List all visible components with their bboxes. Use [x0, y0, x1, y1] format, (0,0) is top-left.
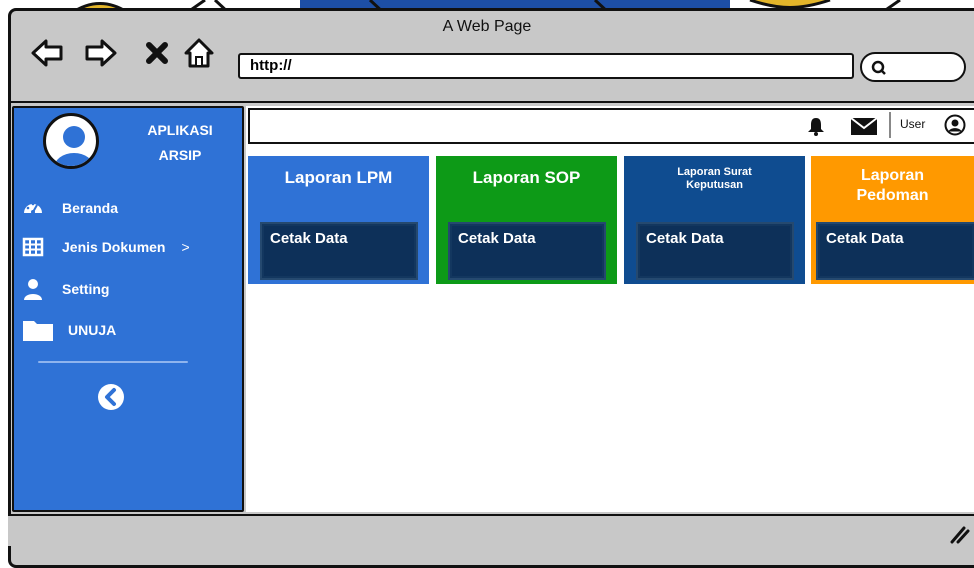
- card-title: Laporan Pedoman: [856, 167, 929, 204]
- sidebar-item-unuja[interactable]: UNUJA: [22, 317, 116, 343]
- sidebar-item-setting[interactable]: Setting: [22, 276, 109, 302]
- sidebar-item-label: Setting: [62, 281, 110, 297]
- app-name: APLIKASI ARSIP: [126, 118, 234, 168]
- card-title: Laporan LPM: [284, 168, 393, 187]
- url-field[interactable]: http://: [238, 53, 854, 79]
- card-title: Laporan SOP: [472, 168, 581, 187]
- status-bar: [8, 514, 974, 546]
- search-icon: [871, 60, 886, 75]
- topbar-separator: [889, 112, 891, 138]
- avatar: [43, 113, 99, 169]
- card-title: Laporan Surat Keputusan: [677, 166, 752, 191]
- mail-icon[interactable]: [850, 116, 878, 136]
- card-laporan-sop: Laporan SOP Cetak Data: [436, 156, 617, 284]
- sidebar-item-label: UNUJA: [68, 322, 117, 338]
- cetak-data-button[interactable]: Cetak Data: [636, 222, 794, 280]
- forward-arrow-icon[interactable]: [84, 36, 118, 70]
- toolbar-divider: [8, 101, 974, 103]
- user-label[interactable]: User: [900, 117, 925, 131]
- card-laporan-lpm: Laporan LPM Cetak Data: [248, 156, 429, 284]
- sidebar-divider: [38, 361, 188, 363]
- bell-icon[interactable]: [806, 116, 826, 136]
- sidebar-item-label: Beranda: [62, 200, 119, 216]
- close-icon[interactable]: [140, 36, 174, 70]
- user-icon: [22, 278, 44, 300]
- cetak-data-button[interactable]: Cetak Data: [260, 222, 418, 280]
- collapse-sidebar-icon[interactable]: [96, 382, 126, 412]
- card-laporan-surat-keputusan: Laporan Surat Keputusan Cetak Data: [624, 156, 805, 284]
- table-icon: [22, 236, 44, 258]
- cetak-data-button[interactable]: Cetak Data: [448, 222, 606, 280]
- cetak-data-button[interactable]: Cetak Data: [816, 222, 974, 280]
- home-icon[interactable]: [182, 36, 216, 70]
- card-laporan-pedoman: Laporan Pedoman Cetak Data: [811, 156, 974, 284]
- sidebar-item-label: Jenis Dokumen: [62, 239, 166, 255]
- sidebar-item-beranda[interactable]: Beranda: [22, 195, 118, 221]
- resize-handle-icon[interactable]: [946, 524, 970, 544]
- chevron-right-icon: >: [181, 239, 190, 255]
- window-title: A Web Page: [442, 18, 532, 35]
- app-name-line2: ARSIP: [158, 147, 202, 163]
- sidebar-item-jenis-dokumen[interactable]: Jenis Dokumen >: [22, 234, 190, 260]
- user-circle-icon[interactable]: [944, 114, 966, 136]
- app-name-line1: APLIKASI: [147, 122, 213, 138]
- search-field[interactable]: [860, 52, 966, 82]
- folder-icon: [22, 319, 54, 341]
- dashboard-icon: [22, 197, 44, 219]
- back-arrow-icon[interactable]: [30, 36, 64, 70]
